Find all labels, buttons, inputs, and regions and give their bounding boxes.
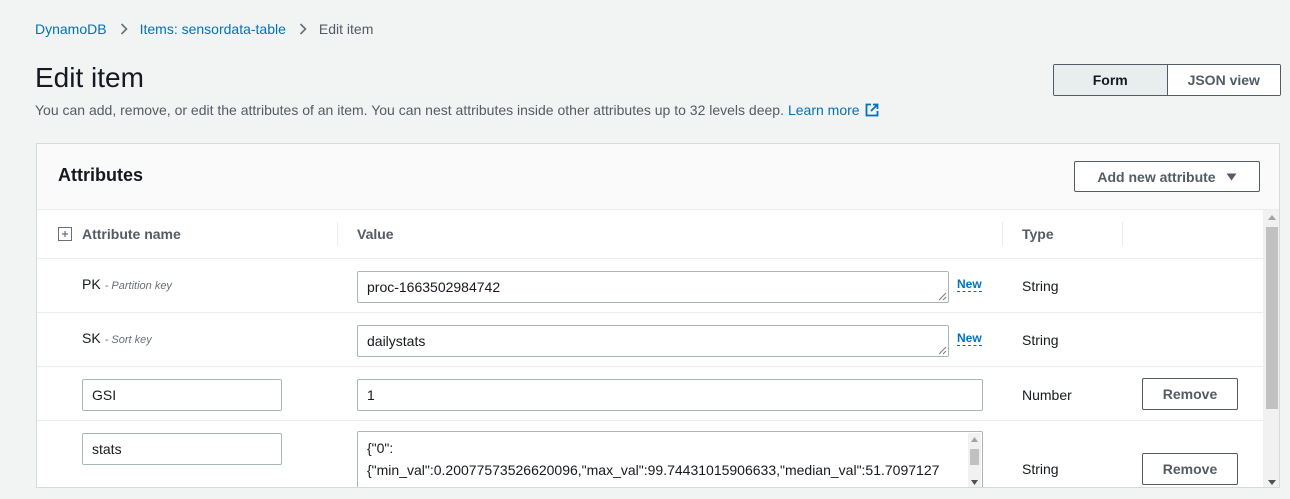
attributes-panel-header: Attributes Add new attribute	[37, 144, 1279, 210]
sk-type: String	[1022, 332, 1059, 348]
breadcrumb-items-table[interactable]: Items: sensordata-table	[140, 21, 286, 37]
learn-more-label: Learn more	[787, 102, 860, 118]
stats-value-textarea[interactable]: {"0": {"min_val":0.20077573526620096,"ma…	[357, 431, 983, 487]
page-description: You can add, remove, or edit the attribu…	[35, 102, 879, 118]
add-new-attribute-label: Add new attribute	[1097, 168, 1216, 185]
gsi-type: Number	[1022, 387, 1072, 403]
page-title: Edit item	[35, 62, 144, 93]
chevron-right-icon	[299, 23, 307, 35]
column-divider	[1002, 222, 1003, 246]
table-header-row: Attribute name Value Type	[37, 210, 1263, 259]
sk-name-cell: SK - Sort key	[82, 330, 152, 346]
panel-scroll-thumb[interactable]	[1266, 227, 1278, 409]
stats-name-input[interactable]: stats	[82, 433, 282, 465]
stats-type: String	[1022, 461, 1059, 477]
gsi-value-input[interactable]: 1	[357, 379, 983, 411]
column-type: Type	[1022, 226, 1054, 242]
sk-name: SK	[82, 330, 101, 346]
pk-new-badge: New	[957, 277, 982, 292]
pk-name-cell: PK - Partition key	[82, 276, 172, 292]
stats-value-line-2: {"min_val":0.20077573526620096,"max_val"…	[367, 462, 940, 478]
chevron-right-icon	[120, 23, 128, 35]
breadcrumb-current: Edit item	[318, 21, 374, 37]
column-attribute-name: Attribute name	[82, 226, 181, 242]
attributes-title: Attributes	[58, 165, 143, 185]
pk-value-input[interactable]: proc-1663502984742	[357, 271, 949, 303]
description-text: You can add, remove, or edit the attribu…	[35, 102, 784, 118]
add-new-attribute-button[interactable]: Add new attribute	[1074, 161, 1260, 192]
table-row-gsi: GSI 1 Number Remove	[37, 367, 1263, 421]
view-toggle: Form JSON view	[1053, 64, 1281, 96]
partition-key-label: - Partition key	[104, 280, 172, 292]
pk-name: PK	[82, 276, 101, 292]
table-row-stats: stats {"0": {"min_val":0.200775735266200…	[37, 421, 1263, 487]
sort-key-label: - Sort key	[104, 334, 152, 346]
stats-value-line-1: {"0":	[367, 440, 394, 456]
external-link-icon	[865, 103, 878, 117]
pk-type: String	[1022, 278, 1059, 294]
gsi-name-input[interactable]: GSI	[82, 379, 282, 411]
breadcrumb: DynamoDB Items: sensordata-table Edit it…	[35, 19, 373, 39]
table-row-pk: PK - Partition key proc-1663502984742 New…	[37, 259, 1263, 313]
panel-scrollbar[interactable]	[1263, 210, 1279, 487]
column-divider	[337, 222, 338, 246]
edit-item-page: DynamoDB Items: sensordata-table Edit it…	[0, 0, 1290, 499]
textarea-scrollbar[interactable]	[968, 433, 981, 487]
attributes-panel: Attributes Add new attribute Attribute n…	[36, 143, 1280, 488]
scroll-up-icon[interactable]	[1263, 210, 1279, 224]
resize-grip-icon[interactable]	[938, 346, 947, 355]
scroll-up-icon[interactable]	[970, 435, 979, 444]
table-row-sk: SK - Sort key dailystats New String	[37, 313, 1263, 367]
stats-name: stats	[92, 441, 122, 457]
json-view-button[interactable]: JSON view	[1166, 65, 1280, 95]
scroll-down-icon[interactable]	[970, 478, 979, 487]
column-value: Value	[357, 226, 394, 242]
textarea-scroll-thumb[interactable]	[970, 449, 979, 465]
expand-all-icon[interactable]	[58, 227, 72, 241]
gsi-value: 1	[367, 387, 375, 403]
caret-down-icon	[1226, 173, 1237, 181]
column-divider	[1122, 222, 1123, 246]
resize-grip-icon[interactable]	[938, 292, 947, 301]
attributes-table: Attribute name Value Type PK - Partition …	[37, 210, 1263, 487]
learn-more-link[interactable]: Learn more	[788, 102, 879, 118]
scroll-down-icon[interactable]	[1263, 475, 1279, 487]
sk-value-input[interactable]: dailystats	[357, 325, 949, 357]
gsi-name: GSI	[92, 387, 117, 403]
form-view-button[interactable]: Form	[1054, 65, 1167, 95]
pk-value: proc-1663502984742	[367, 279, 501, 295]
stats-remove-button[interactable]: Remove	[1142, 453, 1238, 485]
gsi-remove-button[interactable]: Remove	[1142, 378, 1238, 410]
breadcrumb-dynamodb[interactable]: DynamoDB	[35, 21, 107, 37]
sk-new-badge: New	[957, 331, 982, 346]
sk-value: dailystats	[367, 333, 426, 349]
